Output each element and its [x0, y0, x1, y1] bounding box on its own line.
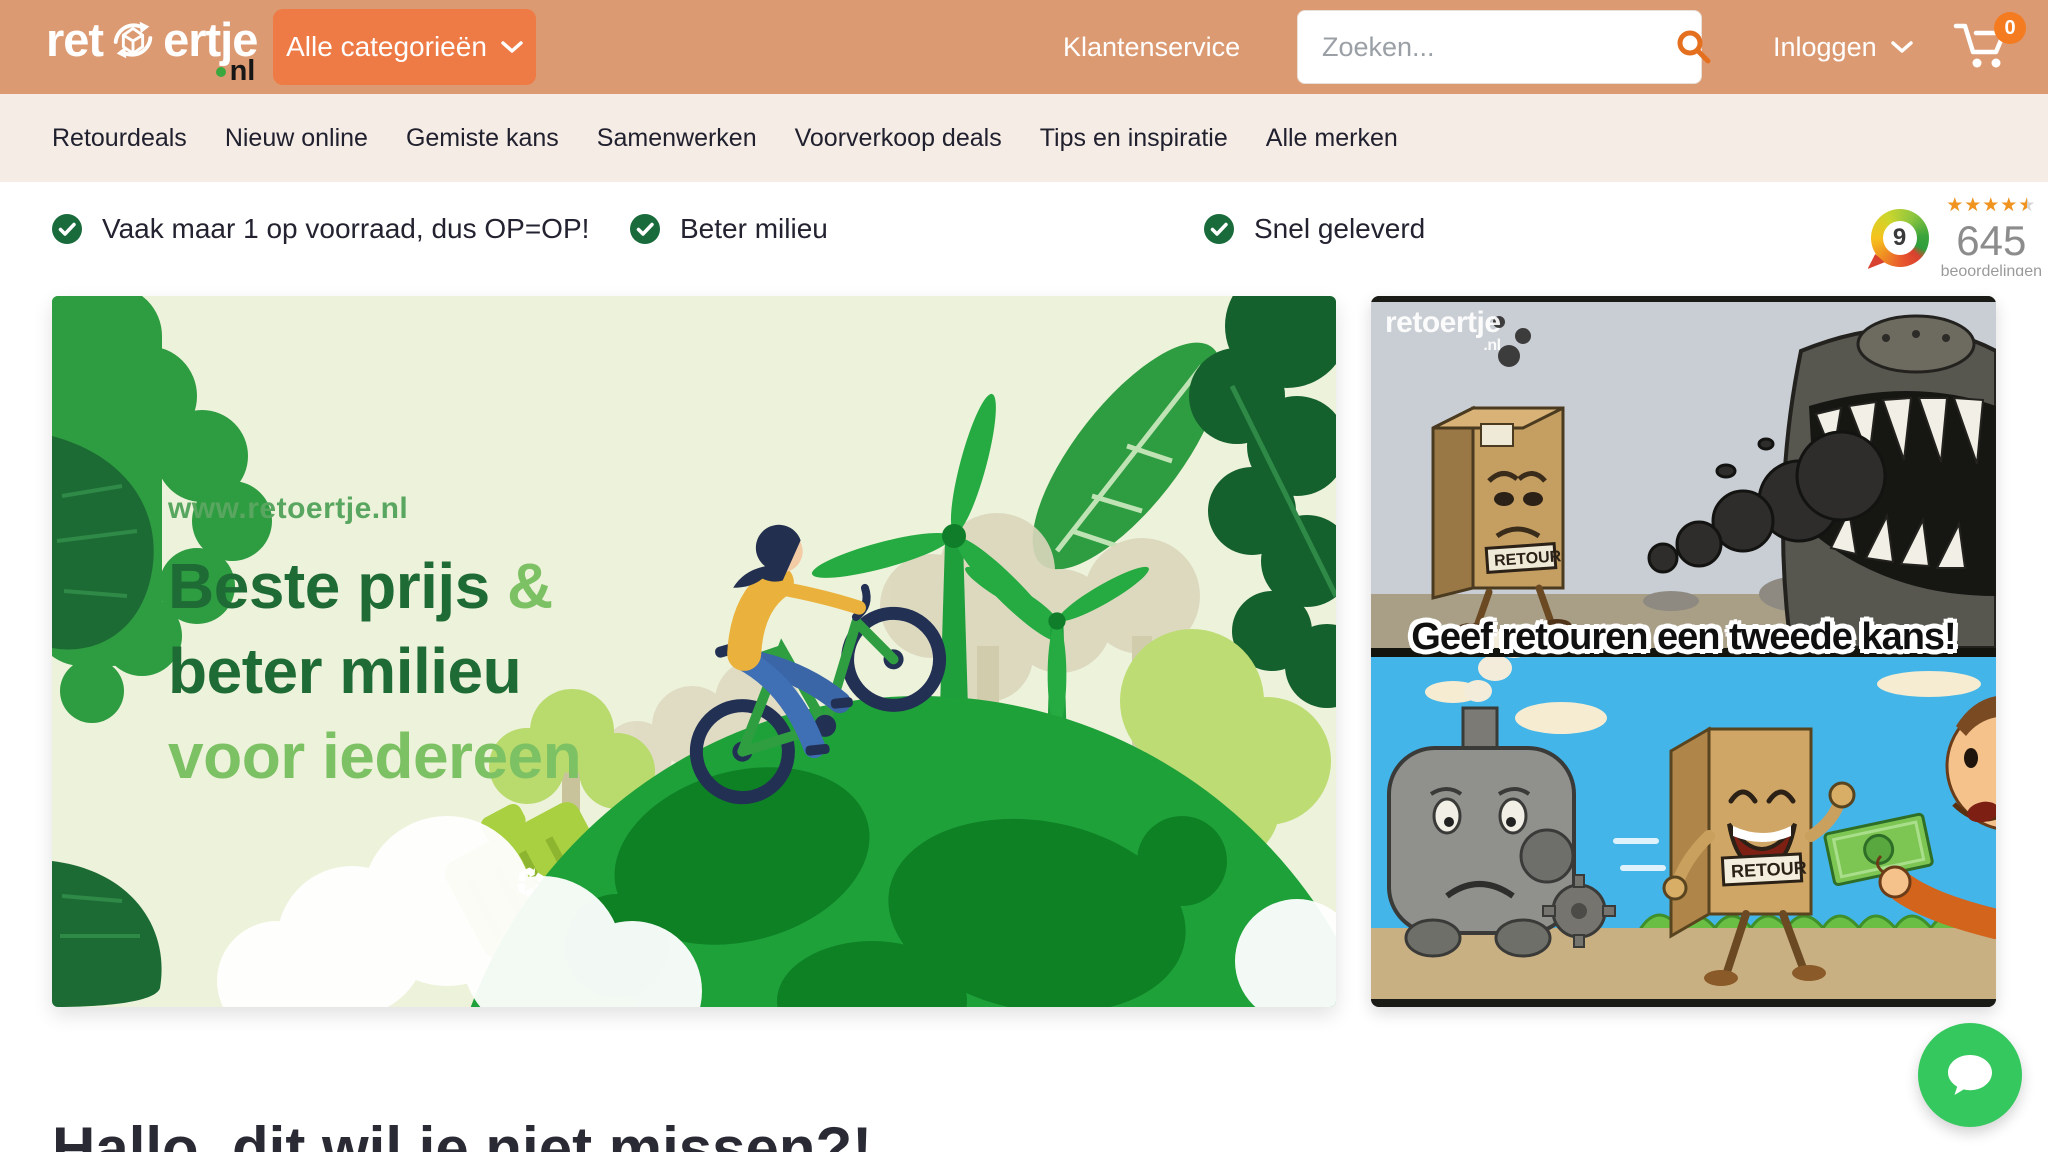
chevron-down-icon	[501, 40, 523, 54]
all-categories-button[interactable]: Alle categorieën	[273, 9, 536, 85]
header: ret ertje nl Alle categorieën	[0, 0, 2048, 94]
nav-item-samenwerken[interactable]: Samenwerken	[597, 124, 757, 153]
nav-item-tips-en-inspiratie[interactable]: Tips en inspiratie	[1040, 124, 1228, 153]
chat-bubble-icon	[1944, 1051, 1996, 1099]
watermark-tld: .nl	[1385, 338, 1501, 354]
main-content: ♻	[0, 276, 2048, 1152]
promo-headline: Geef retouren een tweede kans!	[1371, 616, 1996, 659]
stars-base: ★★★★★★★★★★	[1946, 196, 2036, 218]
logo-green-dot	[216, 67, 226, 77]
promo-banner[interactable]: RETOUR	[1371, 296, 1996, 1007]
customer-service-label: Klantenservice	[1063, 32, 1240, 63]
nav-item-gemiste-kans[interactable]: Gemiste kans	[406, 124, 559, 153]
nav-item-retourdeals[interactable]: Retourdeals	[52, 124, 187, 153]
usp-label: Snel geleverd	[1254, 213, 1425, 245]
hero-headline: Beste prijs & beter milieu voor iedereen	[168, 544, 581, 799]
search-icon	[1676, 29, 1712, 65]
search-bar	[1297, 10, 1702, 84]
usp-bar: Vaak maar 1 op voorraad, dus OP=OP! Bete…	[0, 182, 2048, 276]
review-rating-widget[interactable]: 9 ★★★★★★★★★★ 645 beoordelingen	[1871, 196, 2042, 280]
rating-count: 645	[1956, 220, 2026, 262]
usp-item: Beter milieu	[630, 182, 828, 276]
hero-banner[interactable]: ♻	[52, 296, 1336, 1007]
rating-ring: 9	[1871, 209, 1929, 267]
usp-item: Snel geleverd	[1204, 182, 1425, 276]
nav-item-voorverkoop-deals[interactable]: Voorverkoop deals	[795, 124, 1002, 153]
rating-score: 9	[1871, 209, 1929, 267]
cart-button[interactable]: 0	[1952, 16, 2018, 78]
hero-text-block: www.retoertje.nl Beste prijs & beter mil…	[168, 492, 581, 799]
page: ret ertje nl Alle categorieën	[0, 0, 2048, 1152]
nav-item-nieuw-online[interactable]: Nieuw online	[225, 124, 368, 153]
hero-line3: voor iedereen	[168, 720, 581, 792]
check-circle-icon	[52, 214, 82, 244]
chat-button[interactable]	[1918, 1023, 2022, 1127]
hero-ampersand: &	[507, 550, 553, 622]
check-circle-icon	[630, 214, 660, 244]
retour-label-bottom: RETOUR	[1731, 858, 1808, 882]
usp-label: Vaak maar 1 op voorraad, dus OP=OP!	[102, 213, 589, 245]
hero-line2: beter milieu	[168, 635, 521, 707]
logo-tld: nl	[46, 55, 257, 88]
usp-label: Beter milieu	[680, 213, 828, 245]
login-menu[interactable]: Inloggen	[1773, 0, 1913, 94]
promo-logo-watermark: retoertje .nl	[1385, 308, 1501, 354]
customer-service-link[interactable]: Klantenservice	[1063, 0, 1240, 94]
rating-details: ★★★★★★★★★★ 645 beoordelingen	[1941, 196, 2042, 280]
chevron-down-icon	[1891, 40, 1913, 54]
hero-site-url: www.retoertje.nl	[168, 492, 581, 526]
main-navigation: Retourdeals Nieuw online Gemiste kans Sa…	[0, 94, 2048, 182]
hero-line1: Beste prijs	[168, 550, 507, 622]
logo-nl: nl	[230, 55, 256, 88]
section-heading-partial: Hallo, dit wil je niet missen?!	[52, 1114, 872, 1152]
stars-fill: ★★★★★	[1946, 196, 2027, 215]
login-label: Inloggen	[1773, 32, 1877, 63]
logo[interactable]: ret ertje nl	[46, 12, 257, 88]
watermark-main: retoertje	[1385, 306, 1501, 339]
banner-row: ♻	[0, 296, 2048, 1007]
search-button[interactable]	[1676, 29, 1712, 65]
search-input[interactable]	[1322, 32, 1676, 63]
nav-item-alle-merken[interactable]: Alle merken	[1266, 124, 1398, 153]
all-categories-label: Alle categorieën	[286, 31, 487, 63]
usp-item: Vaak maar 1 op voorraad, dus OP=OP!	[52, 182, 589, 276]
check-circle-icon	[1204, 214, 1234, 244]
cart-count-badge: 0	[1994, 12, 2026, 44]
